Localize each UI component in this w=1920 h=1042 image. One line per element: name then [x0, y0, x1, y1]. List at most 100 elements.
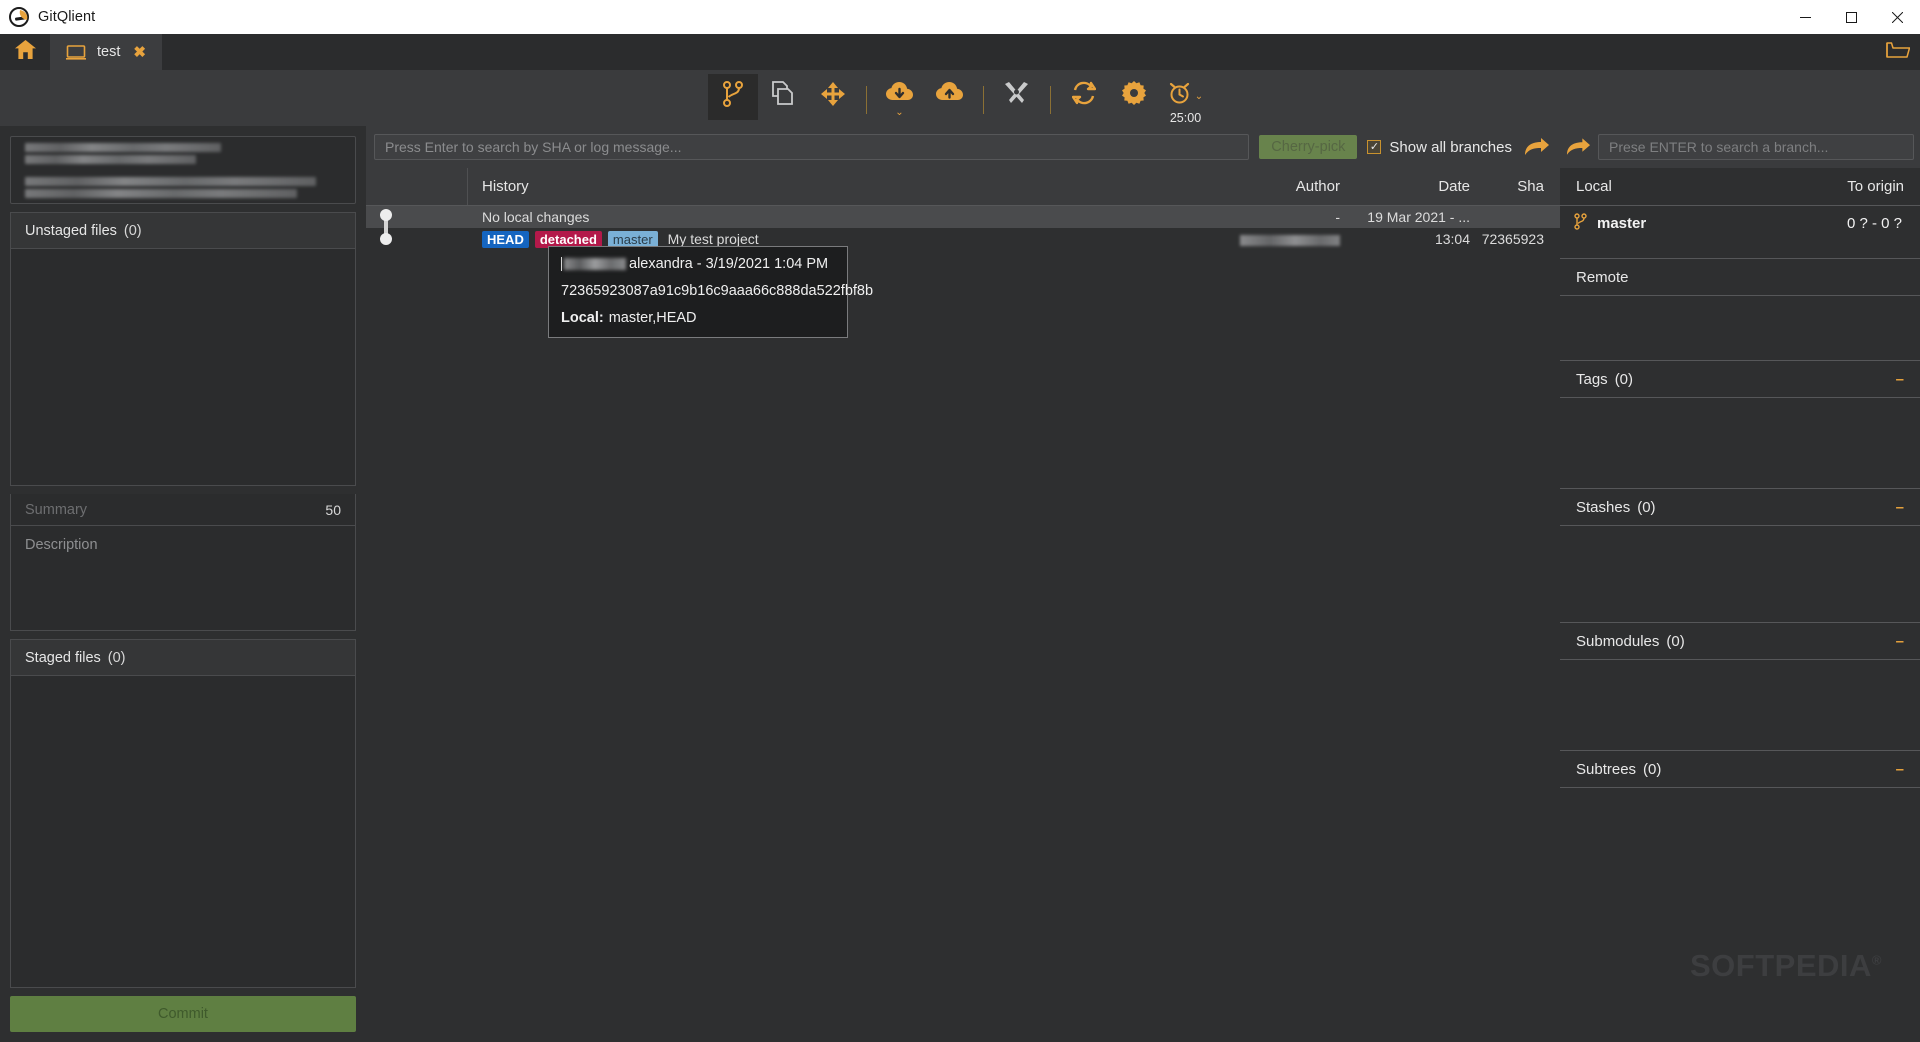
description-input[interactable]: Description [11, 526, 355, 630]
cloud-download-icon [885, 81, 914, 108]
repo-path-redacted [25, 176, 341, 198]
commit-history-area: History Author Date Sha No local changes… [366, 168, 1560, 1042]
stashes-count: (0) [1637, 498, 1656, 516]
staged-files-list[interactable] [10, 675, 356, 988]
unstaged-files-header[interactable]: Unstaged files (0) [10, 212, 356, 248]
tooltip-author-redacted [564, 258, 626, 270]
copy-files-icon [771, 81, 795, 112]
branch-goto-icon[interactable] [1564, 137, 1592, 157]
history-search-row: Press Enter to search by SHA or log mess… [366, 134, 1560, 168]
close-button[interactable] [1874, 0, 1920, 34]
history-cell: No local changes [468, 209, 1220, 225]
unstaged-files-list[interactable] [10, 248, 356, 486]
stashes-collapse-icon[interactable]: – [1896, 500, 1904, 515]
local-branches-title: Local [1576, 178, 1612, 195]
date-column-header[interactable]: Date [1340, 178, 1470, 195]
submodules-collapse-icon[interactable]: – [1896, 634, 1904, 649]
stashes-header[interactable]: Stashes (0) – [1560, 488, 1920, 526]
date-cell: 19 Mar 2021 - ... [1367, 209, 1470, 225]
branch-search-placeholder: Prese ENTER to search a branch... [1609, 139, 1829, 155]
maximize-button[interactable] [1828, 0, 1874, 34]
remote-branches-header[interactable]: Remote [1560, 258, 1920, 296]
description-placeholder: Description [25, 537, 98, 553]
submodules-title: Submodules [1576, 632, 1660, 650]
goto-branch-icon[interactable] [1522, 137, 1552, 157]
remote-branches-list [1560, 296, 1920, 360]
toolbar-tools-button[interactable] [992, 74, 1042, 120]
center-panel: Press Enter to search by SHA or log mess… [366, 126, 1560, 1042]
window-controls [1782, 0, 1920, 34]
tooltip-sha: 72365923087a91c9b16c9aaa66c888da522fbf8b [561, 283, 874, 299]
tooltip-sha-line: 72365923087a91c9b16c9aaa66c888da522fbf8b [561, 283, 873, 299]
history-column-header[interactable]: History [468, 178, 1220, 195]
home-icon [14, 40, 36, 64]
tags-header[interactable]: Tags (0) – [1560, 360, 1920, 398]
local-branches-header[interactable]: Local To origin [1560, 168, 1920, 206]
toolbar-blame-button[interactable] [808, 74, 858, 120]
alarm-clock-icon [1168, 81, 1191, 110]
summary-row[interactable]: Summary 50 [11, 494, 355, 526]
show-all-branches-label: Show all branches [1389, 138, 1512, 156]
minimize-button[interactable] [1782, 0, 1828, 34]
commit-message: My test project [667, 231, 759, 247]
commit-button[interactable]: Commit [10, 996, 356, 1032]
badge-detached[interactable]: detached [534, 230, 602, 248]
author-column-header[interactable]: Author [1220, 178, 1340, 195]
toolbar-separator-2 [982, 86, 984, 114]
cherry-pick-button[interactable]: Cherry-pick [1259, 135, 1358, 159]
toolbar-branch-graph-button[interactable] [707, 74, 758, 120]
staged-files-header[interactable]: Staged files (0) [10, 639, 356, 675]
commit-message: No local changes [482, 209, 590, 225]
subtrees-title: Subtrees [1576, 760, 1637, 778]
submodules-header[interactable]: Submodules (0) – [1560, 622, 1920, 660]
tab-close-icon[interactable]: ✖ [131, 45, 148, 60]
cloud-upload-icon [935, 81, 964, 108]
tab-test[interactable]: test ✖ [50, 34, 162, 70]
stashes-title: Stashes [1576, 498, 1631, 516]
repository-info-redacted [10, 136, 356, 204]
branch-search-input[interactable]: Prese ENTER to search a branch... [1598, 134, 1914, 160]
home-tab-button[interactable] [0, 34, 50, 70]
subtrees-count: (0) [1643, 760, 1662, 778]
submodules-list [1560, 660, 1920, 750]
timer-dropdown-caret-icon[interactable]: ⌄ [1195, 91, 1203, 101]
toolbar-push-button[interactable] [925, 74, 975, 120]
table-row[interactable]: HEAD detached master My test project 13:… [366, 228, 1560, 250]
toolbar-diff-button[interactable] [758, 74, 808, 120]
sha-column-header[interactable]: Sha [1470, 178, 1560, 195]
app-logo-icon [9, 7, 29, 27]
history-cell: HEAD detached master My test project [468, 230, 1220, 248]
table-row[interactable]: No local changes - 19 Mar 2021 - ... [366, 206, 1560, 228]
toolbar-refresh-button[interactable] [1059, 74, 1109, 120]
local-branches-section: Local To origin master 0 ? - 0 ? [1560, 168, 1920, 258]
subtrees-collapse-icon[interactable]: – [1896, 762, 1904, 777]
show-all-branches-toggle[interactable]: ✓ Show all branches [1367, 139, 1512, 156]
refresh-icon [1071, 81, 1096, 110]
softpedia-watermark: SOFTPEDIA® [1690, 948, 1882, 983]
show-all-branches-checkbox[interactable]: ✓ [1367, 140, 1382, 154]
branch-row-master[interactable]: master 0 ? - 0 ? [1560, 206, 1920, 240]
unstaged-files-label: Unstaged files [25, 222, 117, 239]
staged-files-section: Staged files (0) [10, 639, 356, 988]
tab-label: test [97, 44, 121, 60]
branch-name: master [1597, 214, 1647, 232]
toolbar-pull-button[interactable]: ⌄ [875, 74, 925, 120]
remote-branches-title: Remote [1576, 268, 1629, 286]
tags-collapse-icon[interactable]: – [1896, 372, 1904, 387]
toolbar-timer[interactable]: ⌄ 25:00 [1159, 74, 1213, 125]
summary-input[interactable]: Summary [25, 502, 87, 518]
submodules-section: Submodules (0) – [1560, 622, 1920, 750]
stashes-list [1560, 526, 1920, 622]
stashes-section: Stashes (0) – [1560, 488, 1920, 622]
badge-head[interactable]: HEAD [482, 230, 529, 248]
history-search-input[interactable]: Press Enter to search by SHA or log mess… [374, 134, 1250, 160]
open-folder-icon[interactable] [1886, 40, 1911, 64]
toolbar-settings-button[interactable] [1109, 74, 1159, 120]
pull-dropdown-caret-icon[interactable]: ⌄ [895, 108, 903, 118]
branch-to-origin: 0 ? - 0 ? [1846, 214, 1902, 232]
submodules-count: (0) [1666, 632, 1685, 650]
badge-master[interactable]: master [607, 230, 658, 248]
subtrees-header[interactable]: Subtrees (0) – [1560, 750, 1920, 788]
history-table-header: History Author Date Sha [366, 168, 1560, 206]
tags-count: (0) [1614, 370, 1634, 388]
